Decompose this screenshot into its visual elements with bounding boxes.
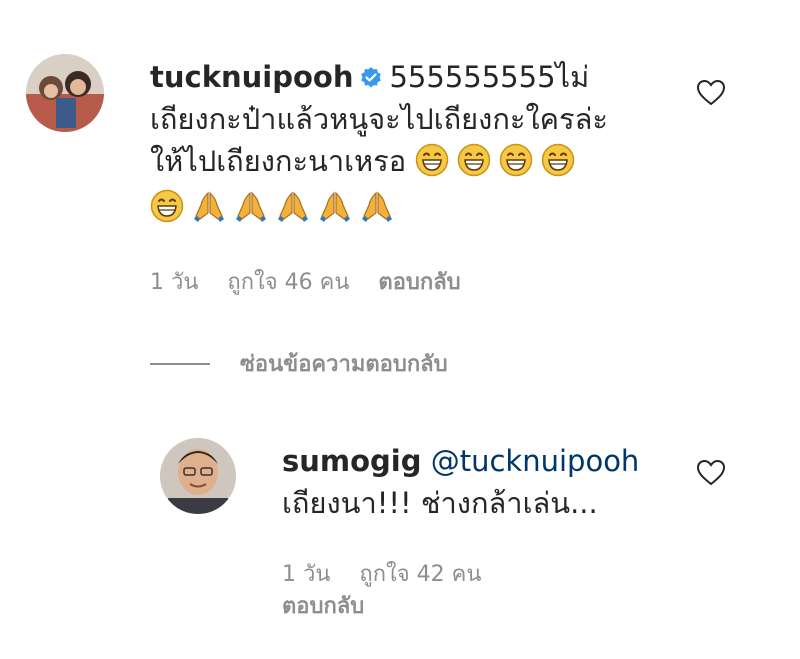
grinning-face-emoji [499, 143, 533, 177]
reply-reply-button[interactable]: ตอบกลับ [282, 594, 364, 619]
comment-time[interactable]: 1 วัน [150, 270, 198, 295]
reply-meta: 1 วัน ถูกใจ 42 คน [282, 560, 503, 590]
reply-likes[interactable]: ถูกใจ 42 คน [359, 562, 481, 587]
folded-hands-emoji [192, 189, 226, 223]
comment-likes[interactable]: ถูกใจ 46 คน [227, 270, 349, 295]
reply-meta-2: ตอบกลับ [282, 592, 386, 622]
hide-replies-label: ซ่อนข้อความตอบกลับ [240, 352, 448, 377]
folded-hands-emoji [360, 189, 394, 223]
comment-body: tucknuipooh 555555555ไม่ เถียงกะป๋าแล้วหน… [150, 56, 690, 228]
reply-mention[interactable]: @tucknuipooh [431, 444, 640, 478]
folded-hands-emoji [318, 189, 352, 223]
avatar-tucknuipooh[interactable] [26, 54, 104, 132]
folded-hands-emoji [234, 189, 268, 223]
reply-body: sumogig @tucknuipooh เถียงนา!!! ช่างกล้า… [282, 440, 682, 524]
comment-text-line1: 555555555ไม่ [389, 60, 590, 94]
reply-like-heart-icon[interactable] [696, 458, 726, 486]
reply-username[interactable]: sumogig [282, 444, 422, 478]
folded-hands-emoji [276, 189, 310, 223]
reply-time[interactable]: 1 วัน [282, 562, 330, 587]
grinning-face-emoji [457, 143, 491, 177]
grinning-face-emoji [150, 189, 184, 223]
avatar-sumogig[interactable] [160, 438, 236, 514]
comment-text-line3: ให้ไปเถียงกะนาเหรอ [150, 144, 407, 178]
comment-username[interactable]: tucknuipooh [150, 60, 353, 94]
comment-text-line2: เถียงกะป๋าแล้วหนูจะไปเถียงกะใครล่ะ [150, 102, 608, 136]
reply-text: เถียงนา!!! ช่างกล้าเล่น... [282, 486, 598, 520]
verified-badge-icon [359, 66, 383, 90]
comment-meta: 1 วัน ถูกใจ 46 คน ตอบกลับ [150, 268, 483, 298]
divider-line [150, 362, 210, 365]
hide-replies-button[interactable]: ซ่อนข้อความตอบกลับ [150, 346, 448, 381]
grinning-face-emoji [541, 143, 575, 177]
reply-button[interactable]: ตอบกลับ [378, 270, 460, 295]
like-heart-icon[interactable] [696, 78, 726, 106]
grinning-face-emoji [415, 143, 449, 177]
